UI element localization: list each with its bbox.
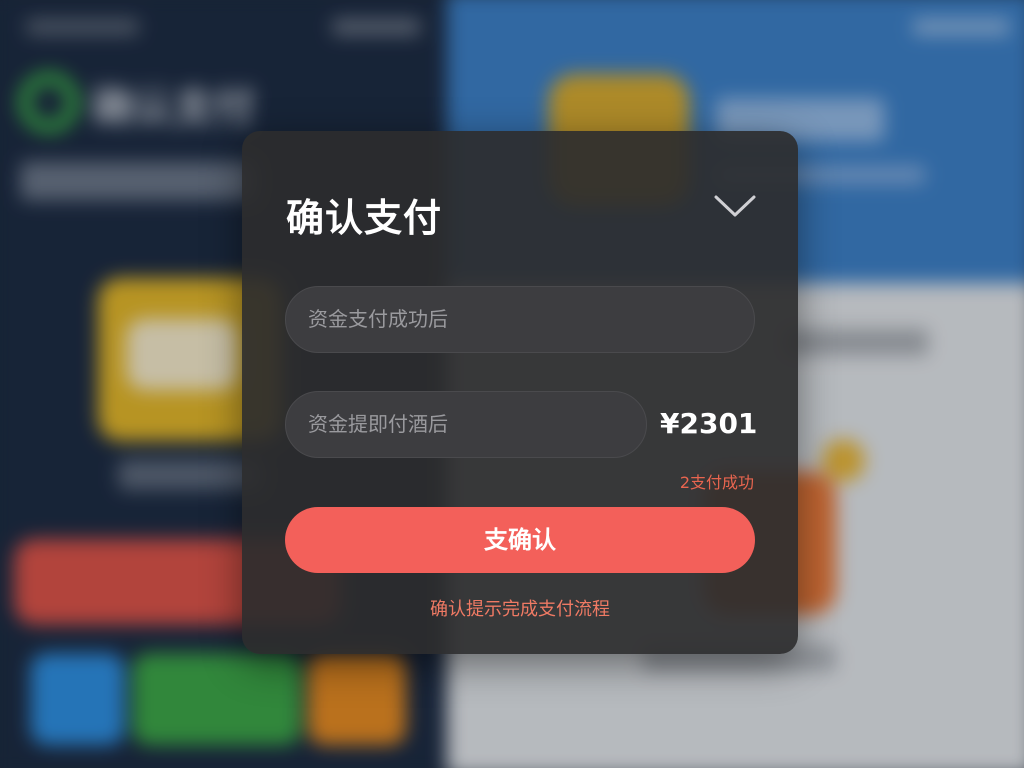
- payment-detail-placeholder: 资金提即付酒后: [308, 412, 448, 436]
- chevron-down-icon: [714, 195, 756, 217]
- payment-amount: ¥2301: [660, 407, 758, 440]
- payment-confirm-modal: 确认支付 资金支付成功后 资金提即付酒后 ¥2301 2支付成功 支确认 确认提…: [242, 131, 798, 654]
- payment-info-field[interactable]: 资金支付成功后: [285, 286, 755, 353]
- payment-hint: 2支付成功: [679, 473, 754, 492]
- collapse-button[interactable]: [712, 189, 758, 223]
- payment-detail-field[interactable]: 资金提即付酒后: [285, 391, 647, 458]
- confirm-button[interactable]: 支确认: [285, 507, 755, 573]
- payment-info-placeholder: 资金支付成功后: [308, 307, 448, 331]
- payment-flow-link[interactable]: 确认提示完成支付流程: [242, 595, 798, 621]
- modal-title: 确认支付: [286, 196, 443, 240]
